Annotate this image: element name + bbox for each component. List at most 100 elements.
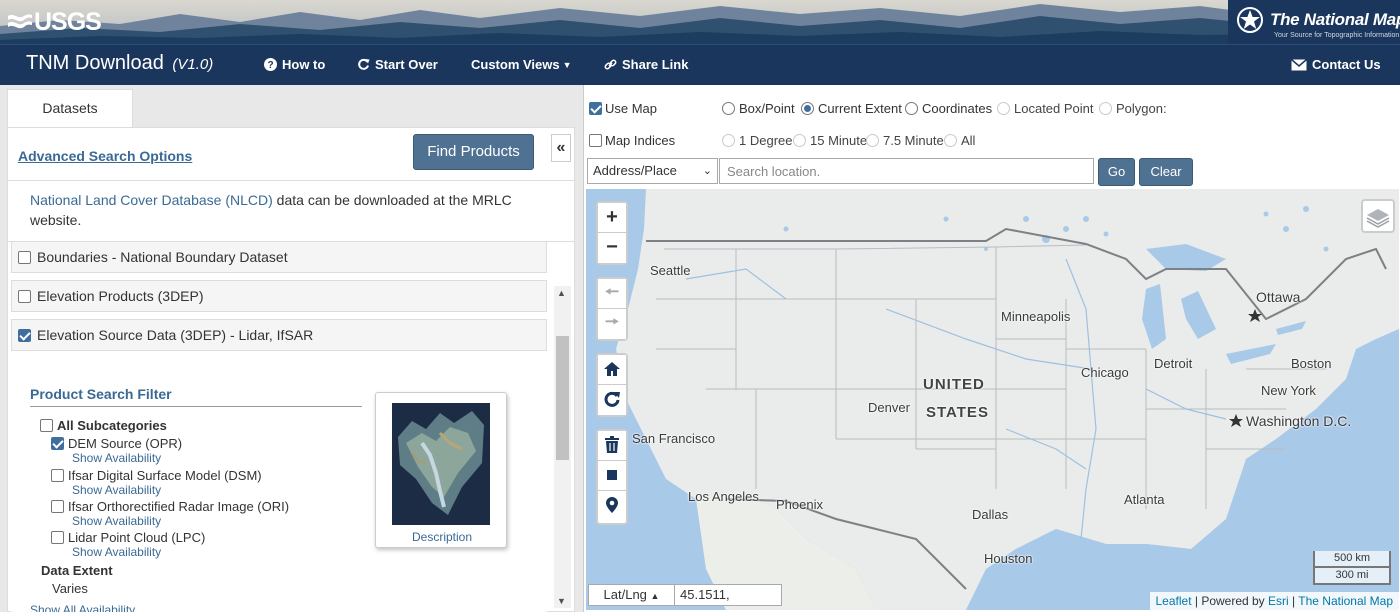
show-availability-link[interactable]: Show Availability <box>72 545 161 559</box>
extent-option-label: Current Extent <box>818 101 902 116</box>
map-indices-label: Map Indices <box>605 133 676 148</box>
subcategory-checkbox[interactable] <box>51 469 64 482</box>
nlcd-link[interactable]: National Land Cover Database (NLCD) <box>30 192 273 208</box>
subcategory-dem-source[interactable]: DEM Source (OPR) <box>51 436 182 451</box>
extent-radio[interactable] <box>997 102 1010 115</box>
coordinate-mode-select[interactable]: Lat/Lng ▲ <box>589 585 675 605</box>
index-radio[interactable] <box>944 134 957 147</box>
national-map-logo[interactable]: The National Map Your Source for Topogra… <box>1228 0 1400 44</box>
city-label-los-angeles: Los Angeles <box>688 489 759 504</box>
dataset-item-elevation-source[interactable]: Elevation Source Data (3DEP) - Lidar, If… <box>11 319 547 351</box>
usgs-logo[interactable]: USGS <box>8 6 102 38</box>
index-option-15-minute[interactable]: 15 Minute <box>793 133 867 148</box>
subcategory-lidar-lpc[interactable]: Lidar Point Cloud (LPC) <box>51 530 205 545</box>
thumbnail-description-link[interactable]: Description <box>376 530 508 544</box>
clear-button[interactable]: Clear <box>1139 158 1193 186</box>
back-arrow-icon[interactable]: 🠔 <box>598 279 626 309</box>
index-option-7-5-minute[interactable]: 7.5 Minute <box>866 133 944 148</box>
extent-radio[interactable] <box>801 102 814 115</box>
refresh-icon[interactable] <box>598 385 626 415</box>
subcategory-ifsar-dsm[interactable]: Ifsar Digital Surface Model (DSM) <box>51 468 262 483</box>
subcategory-checkbox[interactable] <box>51 437 64 450</box>
city-label-phoenix: Phoenix <box>776 497 823 512</box>
trash-icon[interactable] <box>598 431 626 461</box>
city-label-denver: Denver <box>868 400 910 415</box>
dataset-label: Elevation Products (3DEP) <box>37 288 204 304</box>
subcategory-ifsar-ori[interactable]: Ifsar Orthorectified Radar Image (ORI) <box>51 499 289 514</box>
app-title[interactable]: TNM Download (V1.0) <box>26 52 213 75</box>
home-icon[interactable] <box>598 355 626 385</box>
dataset-item-boundaries[interactable]: Boundaries - National Boundary Dataset <box>11 242 547 273</box>
tab-datasets[interactable]: Datasets <box>7 89 133 127</box>
extent-radio[interactable] <box>722 102 735 115</box>
extent-option-box-point[interactable]: Box/Point <box>722 101 795 116</box>
national-map-tagline: Your Source for Topographic Information <box>1274 32 1400 39</box>
dataset-list: Boundaries - National Boundary Dataset E… <box>11 242 547 612</box>
extent-radio[interactable] <box>905 102 918 115</box>
find-products-button[interactable]: Find Products <box>413 134 534 170</box>
use-map-option[interactable]: Use Map <box>589 101 657 116</box>
dataset-checkbox[interactable] <box>18 289 31 303</box>
product-thumbnail-card[interactable]: Description <box>375 392 507 548</box>
go-button[interactable]: Go <box>1098 158 1135 186</box>
index-radio[interactable] <box>866 134 879 147</box>
start-over-link[interactable]: Start Over <box>357 57 438 72</box>
dataset-checkbox[interactable] <box>18 250 31 264</box>
dataset-checkbox[interactable] <box>18 328 31 342</box>
address-type-select[interactable]: Address/Place ⌄ <box>587 158 718 184</box>
zoom-control: + − <box>596 201 628 265</box>
map-label-states: STATES <box>926 404 989 421</box>
dataset-list-scrollbar[interactable]: ▲ ▼ <box>554 286 571 608</box>
extent-option-coordinates[interactable]: Coordinates <box>905 101 992 116</box>
location-search-input[interactable] <box>719 158 1094 184</box>
leaflet-link[interactable]: Leaflet <box>1156 594 1192 608</box>
scrollbar-thumb[interactable] <box>556 336 569 460</box>
show-availability-link[interactable]: Show Availability <box>72 483 161 497</box>
share-link[interactable]: Share Link <box>604 57 688 72</box>
zoom-out-button[interactable]: − <box>598 233 626 263</box>
all-subcategories-checkbox[interactable] <box>40 419 53 432</box>
map-indices-option[interactable]: Map Indices <box>589 133 675 148</box>
scroll-down-arrow-icon[interactable]: ▼ <box>557 596 566 606</box>
datasets-sidebar: Datasets Advanced Search Options Find Pr… <box>0 85 583 612</box>
city-label-houston: Houston <box>984 551 1033 566</box>
advanced-search-link[interactable]: Advanced Search Options <box>18 148 192 164</box>
extent-option-current-extent[interactable]: Current Extent <box>801 101 902 116</box>
dataset-item-elevation-products[interactable]: Elevation Products (3DEP) <box>11 280 547 312</box>
scroll-up-arrow-icon[interactable]: ▲ <box>557 288 566 298</box>
subcategory-checkbox[interactable] <box>51 500 64 513</box>
coordinate-readout: Lat/Lng ▲ 45.1511, -129.5801 <box>588 584 782 610</box>
esri-link[interactable]: Esri <box>1268 594 1289 608</box>
index-option-1-degree[interactable]: 1 Degree <box>722 133 792 148</box>
app-title-text: TNM Download <box>26 52 164 74</box>
contact-us-link[interactable]: Contact Us <box>1291 57 1381 72</box>
layers-icon[interactable] <box>1361 199 1395 233</box>
use-map-checkbox[interactable] <box>589 102 602 115</box>
extent-option-polygon[interactable]: Polygon: <box>1099 101 1167 116</box>
draw-rectangle-icon[interactable] <box>598 461 626 491</box>
zoom-in-button[interactable]: + <box>598 203 626 233</box>
index-radio[interactable] <box>722 134 735 147</box>
show-availability-link[interactable]: Show Availability <box>72 514 161 528</box>
filter-title-rule <box>30 406 362 407</box>
subcategory-checkbox[interactable] <box>51 531 64 544</box>
index-option-label: 7.5 Minute <box>883 133 944 148</box>
index-radio[interactable] <box>793 134 806 147</box>
city-label-ottawa: Ottawa <box>1256 289 1301 305</box>
how-to-link[interactable]: ? How to <box>264 57 325 72</box>
map-canvas[interactable]: Seattle Ottawa Minneapolis Detroit Bosto… <box>586 189 1399 610</box>
extent-radio[interactable] <box>1099 102 1112 115</box>
show-availability-link[interactable]: Show Availability <box>72 451 161 465</box>
show-all-availability-link[interactable]: Show All Availability <box>30 603 135 612</box>
all-subcategories-option[interactable]: All Subcategories <box>40 418 167 433</box>
extent-option-located-point[interactable]: Located Point <box>997 101 1094 116</box>
map-marker-icon[interactable] <box>598 491 626 521</box>
collapse-panel-button[interactable]: « <box>551 134 571 162</box>
scale-bar-mi: 300 mi <box>1313 568 1391 585</box>
envelope-icon <box>1291 58 1307 70</box>
forward-arrow-icon[interactable]: 🠖 <box>598 309 626 339</box>
custom-views-dropdown[interactable]: Custom Views ▼ <box>471 57 572 72</box>
map-indices-checkbox[interactable] <box>589 134 602 147</box>
national-map-link[interactable]: The National Map <box>1298 594 1393 608</box>
index-option-all[interactable]: All <box>944 133 975 148</box>
